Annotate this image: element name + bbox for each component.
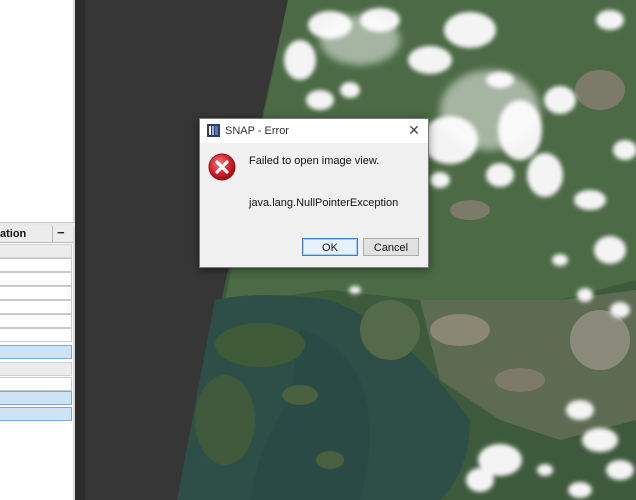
column-header-label[interactable]: ation <box>0 228 26 240</box>
table-row-selected[interactable] <box>0 407 72 421</box>
table-row[interactable] <box>0 258 72 272</box>
product-explorer-area <box>0 0 73 222</box>
error-detail: java.lang.NullPointerException <box>249 197 399 209</box>
property-table-header: ation − <box>0 225 73 243</box>
error-message: Failed to open image view. <box>249 155 380 167</box>
table-row[interactable] <box>0 314 72 328</box>
table-row[interactable] <box>0 362 72 376</box>
dialog-title: SNAP - Error <box>225 125 289 137</box>
dialog-titlebar[interactable]: SNAP - Error ✕ <box>200 119 428 143</box>
table-row[interactable] <box>0 286 72 300</box>
dialog-body: Failed to open image view. java.lang.Nul… <box>200 143 428 267</box>
panel-separator[interactable] <box>73 0 75 500</box>
cancel-button[interactable]: Cancel <box>363 238 419 256</box>
error-dialog: SNAP - Error ✕ Failed to open image view… <box>199 118 429 268</box>
table-row-selected[interactable] <box>0 345 72 359</box>
snap-app-icon <box>207 124 220 137</box>
ok-button[interactable]: OK <box>302 238 358 256</box>
left-panel: ation − <box>0 0 75 500</box>
table-row[interactable] <box>0 272 72 286</box>
table-row-selected[interactable] <box>0 391 72 405</box>
collapse-button[interactable]: − <box>57 225 65 240</box>
error-icon <box>208 153 236 181</box>
column-separator <box>52 226 53 242</box>
table-row[interactable] <box>0 300 72 314</box>
table-row[interactable] <box>0 328 72 342</box>
image-view-border <box>75 0 85 500</box>
table-row[interactable] <box>0 244 72 258</box>
close-icon[interactable]: ✕ <box>406 122 422 138</box>
table-row[interactable] <box>0 377 72 391</box>
